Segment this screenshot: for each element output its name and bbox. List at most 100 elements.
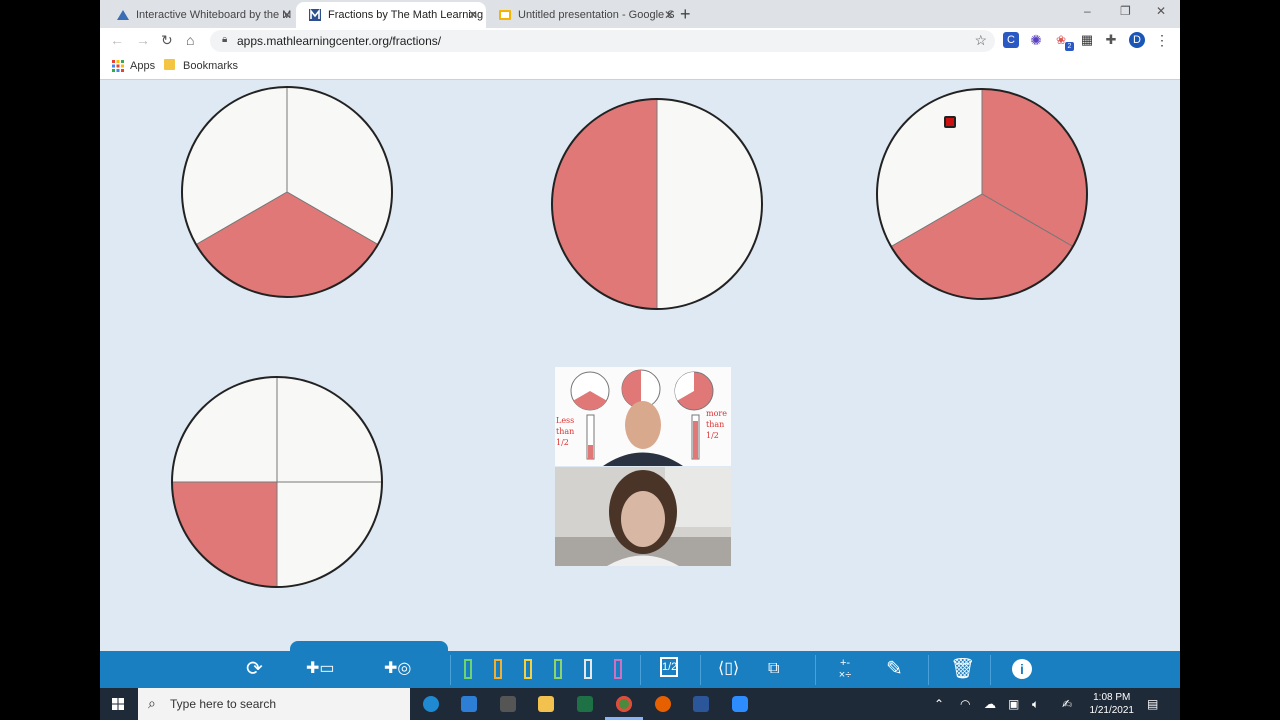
close-icon[interactable]: ✕ (664, 2, 674, 28)
cursor-marker (944, 116, 956, 128)
edge-icon[interactable] (423, 696, 439, 712)
split-icon[interactable]: ⟨▯⟩ (718, 657, 739, 681)
tab-title: Fractions by The Math Learning C (328, 9, 486, 21)
extension-snowflake-icon[interactable]: ✺ (1028, 32, 1044, 48)
tab-whiteboard[interactable]: Interactive Whiteboard by the M ✕ (104, 2, 300, 28)
clock-date: 1/21/2021 (1089, 705, 1135, 716)
taskbar-search[interactable]: ⌕ Type here to search (138, 688, 410, 720)
close-icon[interactable]: ✕ (468, 2, 478, 28)
info-icon[interactable]: i (1012, 659, 1032, 679)
fraction-piece[interactable] (276, 481, 383, 588)
mail-icon[interactable] (461, 696, 477, 712)
letterbox-right (1180, 0, 1280, 720)
mlc-icon (309, 8, 321, 21)
handwriting-less-than-half: Less than 1/2 (556, 416, 575, 447)
student-video-frame (555, 467, 731, 566)
slides-icon (499, 10, 511, 20)
apps-grid-icon (112, 60, 124, 72)
back-icon[interactable]: ← (110, 32, 124, 48)
search-icon: ⌕ (148, 695, 156, 711)
bookmark-apps[interactable]: Apps (130, 60, 155, 72)
operations-icon[interactable]: +-×÷ (835, 657, 855, 681)
screen: Interactive Whiteboard by the M ✕ Fracti… (100, 0, 1180, 720)
onedrive-icon[interactable]: ☁ (984, 697, 996, 711)
fractions-workspace[interactable]: Less than 1/2 more than 1/2 (100, 80, 1180, 652)
bookmark-star-icon[interactable]: ☆ (974, 32, 987, 49)
file-explorer-icon[interactable] (538, 696, 554, 712)
teacher-video-frame (570, 369, 714, 466)
windows-taskbar: ⌕ Type here to search ⌃ ◠ ☁ ▣ 🔈︎ ✍︎ 1:08… (100, 688, 1180, 720)
security-icon[interactable]: ▣ (1008, 697, 1019, 711)
divider (928, 655, 929, 685)
wifi-icon[interactable]: ◠ (960, 697, 970, 711)
notifications-icon[interactable]: ▤ (1147, 697, 1158, 711)
pencil-icon[interactable]: ✎ (886, 657, 903, 681)
bookmarks-bar: Apps Bookmarks (100, 54, 1180, 80)
fraction-circle-thirds-one[interactable] (180, 85, 394, 299)
mlc-icon (117, 10, 129, 20)
excel-icon[interactable] (577, 696, 593, 712)
close-icon[interactable]: ✕ (282, 2, 292, 28)
bar-3-icon[interactable] (524, 659, 532, 679)
fraction-piece[interactable] (656, 98, 763, 310)
divider (640, 655, 641, 685)
pen-icon[interactable]: ✍︎ (1062, 697, 1072, 711)
menu-kebab-icon[interactable]: ⋮ (1154, 32, 1170, 48)
chrome-icon[interactable] (616, 696, 632, 712)
teacher-video: Less than 1/2 more than 1/2 (555, 367, 731, 466)
extensions-puzzle-icon[interactable]: ✚ (1103, 32, 1119, 48)
minimize-button[interactable]: – (1084, 4, 1091, 18)
tab-fractions[interactable]: Fractions by The Math Learning C ✕ (296, 2, 486, 28)
windows-start-icon[interactable] (112, 698, 124, 710)
bar-4-icon[interactable] (554, 659, 562, 679)
tab-title: Interactive Whiteboard by the M (136, 9, 292, 21)
new-tab-button[interactable]: + (680, 2, 691, 26)
clock-time: 1:08 PM (1093, 692, 1131, 703)
search-placeholder: Type here to search (170, 697, 277, 711)
extension-grid-icon[interactable]: ▦ (1079, 32, 1095, 48)
tab-slides[interactable]: Untitled presentation - Google S ✕ (486, 2, 682, 28)
close-window-button[interactable]: ✕ (1156, 4, 1166, 18)
reset-icon[interactable]: ⟳ (246, 657, 263, 681)
profile-avatar[interactable]: D (1129, 32, 1145, 48)
folder-icon (164, 59, 175, 70)
volume-icon[interactable]: 🔈︎ (1032, 697, 1039, 712)
forward-icon[interactable]: → (136, 32, 150, 48)
trash-icon[interactable]: 🗑︎ (950, 657, 975, 681)
compare-icon[interactable]: ⧉ (768, 657, 779, 681)
bar-2-icon[interactable] (494, 659, 502, 679)
extension-badge: 2 (1065, 42, 1074, 51)
bar-1-icon[interactable] (464, 659, 472, 679)
handwriting-more-than-half: more than 1/2 (706, 409, 727, 440)
address-bar[interactable]: 🔒︎ apps.mathlearningcenter.org/fractions… (210, 30, 995, 52)
word-icon[interactable] (693, 696, 709, 712)
fraction-circle-halves[interactable] (550, 97, 764, 311)
fraction-piece[interactable] (171, 481, 278, 588)
store-icon[interactable] (500, 696, 516, 712)
add-circle-icon[interactable]: ✚◎ (384, 657, 411, 681)
divider (815, 655, 816, 685)
fraction-piece[interactable] (276, 376, 383, 483)
tray-chevron-icon[interactable]: ⌃ (934, 697, 944, 711)
reload-icon[interactable]: ↻ (161, 32, 173, 49)
bar-5-icon[interactable] (584, 659, 592, 679)
lock-icon: 🔒︎ (222, 34, 228, 45)
fraction-piece[interactable] (551, 98, 658, 310)
firefox-icon[interactable] (655, 696, 671, 712)
fraction-circle-fourths[interactable] (170, 375, 384, 589)
bookmark-folder[interactable]: Bookmarks (183, 60, 238, 72)
extension-c-icon[interactable]: C (1003, 32, 1019, 48)
add-bar-icon[interactable]: ✚▭ (306, 657, 335, 681)
bar-6-icon[interactable] (614, 659, 622, 679)
restore-button[interactable]: ❐ (1120, 4, 1131, 18)
student-video (555, 467, 731, 566)
home-icon[interactable]: ⌂ (186, 32, 194, 48)
browser-tab-bar: Interactive Whiteboard by the M ✕ Fracti… (100, 0, 1180, 28)
fraction-piece[interactable] (171, 376, 278, 483)
fraction-label-icon[interactable]: 1/2 (660, 657, 678, 677)
zoom-icon[interactable] (732, 696, 748, 712)
fraction-circle-thirds-two[interactable] (875, 87, 1089, 301)
system-clock[interactable]: 1:08 PM 1/21/2021 (1090, 691, 1135, 717)
fractions-toolbar: ⟳ ✚▭ ✚◎ 1/2 ⟨▯⟩ ⧉ +-×÷ ✎ 🗑︎ i (100, 641, 1180, 688)
tab-title: Untitled presentation - Google S (518, 9, 675, 21)
